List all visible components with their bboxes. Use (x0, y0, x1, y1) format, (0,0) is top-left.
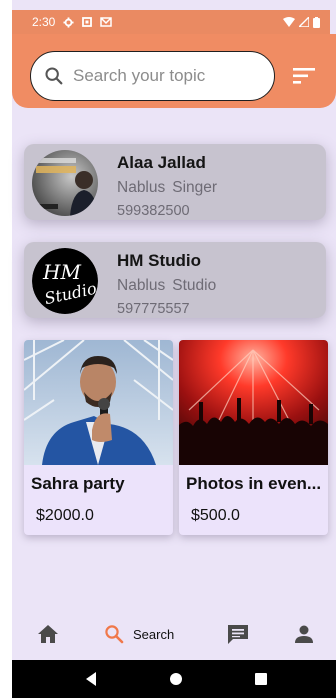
artist-phone: 599382500 (117, 203, 190, 219)
artist-role: Studio (172, 277, 217, 294)
nav-search[interactable]: Search (104, 610, 194, 658)
bottom-navigation: Search (12, 610, 336, 658)
service-price: $500.0 (191, 507, 240, 524)
artist-meta: Nablus Studio (117, 277, 216, 295)
nav-messages[interactable] (226, 610, 250, 658)
system-navigation-bar (12, 660, 336, 698)
search-icon (105, 625, 124, 644)
service-price: $2000.0 (36, 507, 94, 524)
service-title: Photos in even... (186, 474, 322, 493)
artist-name: HM Studio (117, 251, 202, 270)
chat-icon (228, 624, 248, 644)
svg-text:HM: HM (42, 260, 81, 284)
app-screen: 2:30 Search your topic Alaa Jallad Nablu… (0, 0, 336, 698)
profile-icon (295, 625, 313, 643)
search-icon (45, 67, 63, 85)
artist-phone: 597775557 (117, 301, 190, 317)
wifi-icon (283, 17, 295, 27)
notification-icon (82, 17, 93, 27)
filter-icon[interactable] (293, 67, 315, 85)
artist-card[interactable]: Alaa Jallad Nablus Singer 599382500 (24, 144, 326, 220)
settings-icon (63, 16, 74, 28)
artist-role: Singer (172, 179, 218, 196)
home-icon (38, 625, 58, 643)
service-title: Sahra party (31, 474, 125, 493)
back-icon[interactable] (84, 671, 98, 687)
service-image (179, 340, 328, 465)
battery-icon (313, 16, 320, 28)
nav-home[interactable] (36, 610, 60, 658)
service-image (24, 340, 173, 465)
nav-profile[interactable] (292, 610, 316, 658)
artist-city: Nablus (117, 179, 166, 196)
search-bar[interactable] (30, 51, 275, 101)
recents-icon[interactable] (254, 671, 268, 687)
signal-icon (299, 17, 309, 27)
artist-name: Alaa Jallad (117, 153, 206, 172)
avatar: HM Studio (32, 248, 98, 314)
status-bar: 2:30 (12, 10, 330, 34)
avatar (32, 150, 98, 216)
edge-strip (0, 0, 12, 698)
mail-icon (100, 17, 113, 27)
artist-card[interactable]: HM Studio HM Studio Nablus Studio 5977755… (24, 242, 326, 318)
artist-meta: Nablus Singer (117, 179, 217, 197)
artist-city: Nablus (117, 277, 166, 294)
nav-search-label: Search (133, 626, 175, 642)
status-time: 2:30 (32, 15, 56, 29)
search-input[interactable] (73, 66, 263, 86)
service-card[interactable]: Sahra party $2000.0 (24, 340, 173, 535)
home-button-icon[interactable] (169, 671, 183, 687)
service-card[interactable]: Photos in even... $500.0 (179, 340, 328, 535)
header (12, 34, 336, 108)
